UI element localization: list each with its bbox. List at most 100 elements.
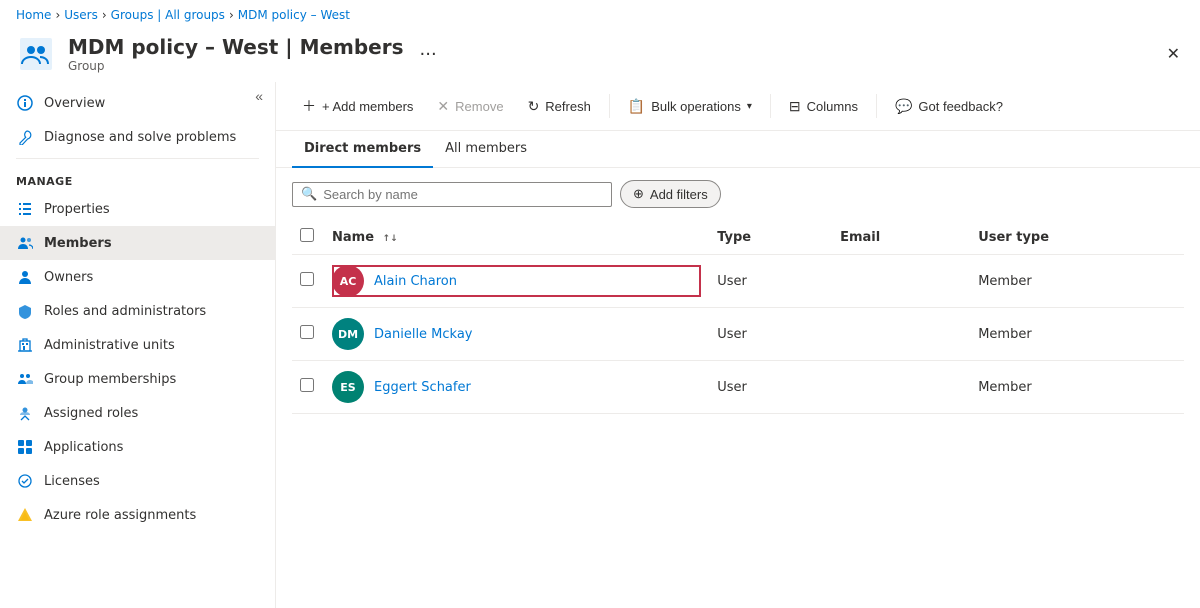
sidebar-item-licenses[interactable]: Licenses bbox=[0, 464, 275, 498]
roles-icon bbox=[16, 404, 34, 422]
license-icon bbox=[16, 472, 34, 490]
shield-icon bbox=[16, 302, 34, 320]
wrench-icon bbox=[16, 128, 34, 146]
sidebar-item-members[interactable]: Members bbox=[0, 226, 275, 260]
sidebar-item-group-memberships[interactable]: Group memberships bbox=[0, 362, 275, 396]
row-checkbox-1[interactable] bbox=[300, 272, 314, 286]
row-user-type-cell: Member bbox=[970, 255, 1184, 308]
search-bar: 🔍 ⊕ Add filters bbox=[276, 168, 1200, 220]
page-subtitle: Group bbox=[68, 59, 404, 73]
feedback-icon: 💬 bbox=[895, 98, 912, 115]
list-icon bbox=[16, 200, 34, 218]
sidebar-label-admin-units: Administrative units bbox=[44, 338, 175, 353]
sort-icon: ↑↓ bbox=[383, 234, 398, 244]
select-all-checkbox[interactable] bbox=[300, 228, 314, 242]
col-name[interactable]: Name ↑↓ bbox=[324, 220, 709, 255]
add-filters-button[interactable]: ⊕ Add filters bbox=[620, 180, 721, 208]
sidebar-label-owners: Owners bbox=[44, 270, 93, 285]
avatar-3: ES bbox=[332, 371, 364, 403]
table-row: DMDanielle MckayUserMember bbox=[292, 308, 1184, 361]
sidebar-item-admin-units[interactable]: Administrative units bbox=[0, 328, 275, 362]
breadcrumb-mdm[interactable]: MDM policy – West bbox=[238, 8, 350, 22]
sidebar-collapse-btn[interactable]: « bbox=[251, 86, 267, 106]
sidebar-label-assigned-roles: Assigned roles bbox=[44, 406, 138, 421]
close-button[interactable]: ✕ bbox=[1163, 40, 1184, 68]
row-email-cell bbox=[832, 255, 970, 308]
people-icon bbox=[16, 234, 34, 252]
tabs-bar: Direct members All members bbox=[276, 131, 1200, 168]
columns-button[interactable]: ⊟ Columns bbox=[779, 92, 868, 121]
azure-icon bbox=[16, 506, 34, 524]
row-email-cell bbox=[832, 361, 970, 414]
row-name-cell: ES Eggert Schafer bbox=[324, 361, 709, 414]
sidebar-item-properties[interactable]: Properties bbox=[0, 192, 275, 226]
sidebar-label-members: Members bbox=[44, 236, 112, 251]
remove-button[interactable]: ✕ Remove bbox=[427, 92, 513, 121]
sidebar-item-diagnose[interactable]: Diagnose and solve problems bbox=[0, 120, 275, 154]
page-header: MDM policy – West | Members Group ··· ✕ bbox=[0, 30, 1200, 82]
member-name-3[interactable]: Eggert Schafer bbox=[374, 380, 471, 395]
avatar-1: AC bbox=[332, 265, 364, 297]
table-row: AC Alain Charon User Member bbox=[292, 255, 1184, 308]
breadcrumb-all-groups[interactable]: Groups | All groups bbox=[111, 8, 225, 22]
sidebar-item-roles[interactable]: Roles and administrators bbox=[0, 294, 275, 328]
toolbar-divider-3 bbox=[876, 94, 877, 118]
content-area: ＋ + Add members ✕ Remove ↻ Refresh 📋 Bul… bbox=[276, 82, 1200, 608]
tab-direct-members[interactable]: Direct members bbox=[292, 131, 433, 168]
members-table: Name ↑↓ Type Email User type bbox=[292, 220, 1184, 414]
breadcrumb-users[interactable]: Users bbox=[64, 8, 98, 22]
member-name-2[interactable]: Danielle Mckay bbox=[374, 327, 473, 342]
toolbar: ＋ + Add members ✕ Remove ↻ Refresh 📋 Bul… bbox=[276, 82, 1200, 131]
sidebar-item-overview[interactable]: Overview bbox=[0, 86, 275, 120]
table-row: ESEggert SchaferUserMember bbox=[292, 361, 1184, 414]
row-type-cell: User bbox=[709, 255, 832, 308]
row-checkbox-cell bbox=[292, 255, 324, 308]
breadcrumb-home[interactable]: Home bbox=[16, 8, 51, 22]
group-icon bbox=[16, 34, 56, 74]
row-name-cell: DM Danielle Mckay bbox=[324, 308, 709, 361]
columns-icon: ⊟ bbox=[789, 98, 801, 115]
sidebar-item-azure-roles[interactable]: Azure role assignments bbox=[0, 498, 275, 532]
sidebar-section-manage: Manage bbox=[0, 163, 275, 192]
groups-icon bbox=[16, 370, 34, 388]
sidebar-label-diagnose: Diagnose and solve problems bbox=[44, 130, 236, 145]
row-checkbox-cell bbox=[292, 308, 324, 361]
refresh-icon: ↻ bbox=[528, 98, 540, 115]
row-checkbox-2[interactable] bbox=[300, 325, 314, 339]
building-icon bbox=[16, 336, 34, 354]
feedback-button[interactable]: 💬 Got feedback? bbox=[885, 92, 1013, 121]
sidebar-label-properties: Properties bbox=[44, 202, 110, 217]
refresh-button[interactable]: ↻ Refresh bbox=[518, 92, 601, 121]
select-all-header bbox=[292, 220, 324, 255]
breadcrumb: Home › Users › Groups | All groups › MDM… bbox=[0, 0, 1200, 30]
row-email-cell bbox=[832, 308, 970, 361]
row-type-cell: User bbox=[709, 308, 832, 361]
table-header-row: Name ↑↓ Type Email User type bbox=[292, 220, 1184, 255]
member-name-1[interactable]: Alain Charon bbox=[374, 274, 457, 289]
sidebar-item-owners[interactable]: Owners bbox=[0, 260, 275, 294]
search-input[interactable] bbox=[323, 187, 603, 202]
tab-all-members[interactable]: All members bbox=[433, 131, 539, 168]
sidebar-item-assigned-roles[interactable]: Assigned roles bbox=[0, 396, 275, 430]
sidebar-item-applications[interactable]: Applications bbox=[0, 430, 275, 464]
search-input-wrap: 🔍 bbox=[292, 182, 612, 207]
row-checkbox-cell bbox=[292, 361, 324, 414]
sidebar-label-licenses: Licenses bbox=[44, 474, 100, 489]
sidebar-label-roles: Roles and administrators bbox=[44, 304, 206, 319]
chevron-down-icon: ▾ bbox=[747, 101, 752, 112]
sidebar-label-group-memberships: Group memberships bbox=[44, 372, 176, 387]
add-icon: ＋ bbox=[302, 96, 316, 116]
row-checkbox-3[interactable] bbox=[300, 378, 314, 392]
add-members-button[interactable]: ＋ + Add members bbox=[292, 90, 423, 122]
header-ellipsis-btn[interactable]: ··· bbox=[420, 44, 437, 65]
toolbar-divider-2 bbox=[770, 94, 771, 118]
remove-icon: ✕ bbox=[437, 98, 449, 115]
page-header-text: MDM policy – West | Members Group bbox=[68, 35, 404, 73]
sidebar-divider bbox=[16, 158, 259, 159]
bulk-operations-button[interactable]: 📋 Bulk operations ▾ bbox=[618, 92, 762, 121]
col-type: Type bbox=[709, 220, 832, 255]
sidebar: « Overview Diagnose and solve problems M… bbox=[0, 82, 276, 608]
person-icon bbox=[16, 268, 34, 286]
sidebar-label-applications: Applications bbox=[44, 440, 123, 455]
avatar-2: DM bbox=[332, 318, 364, 350]
